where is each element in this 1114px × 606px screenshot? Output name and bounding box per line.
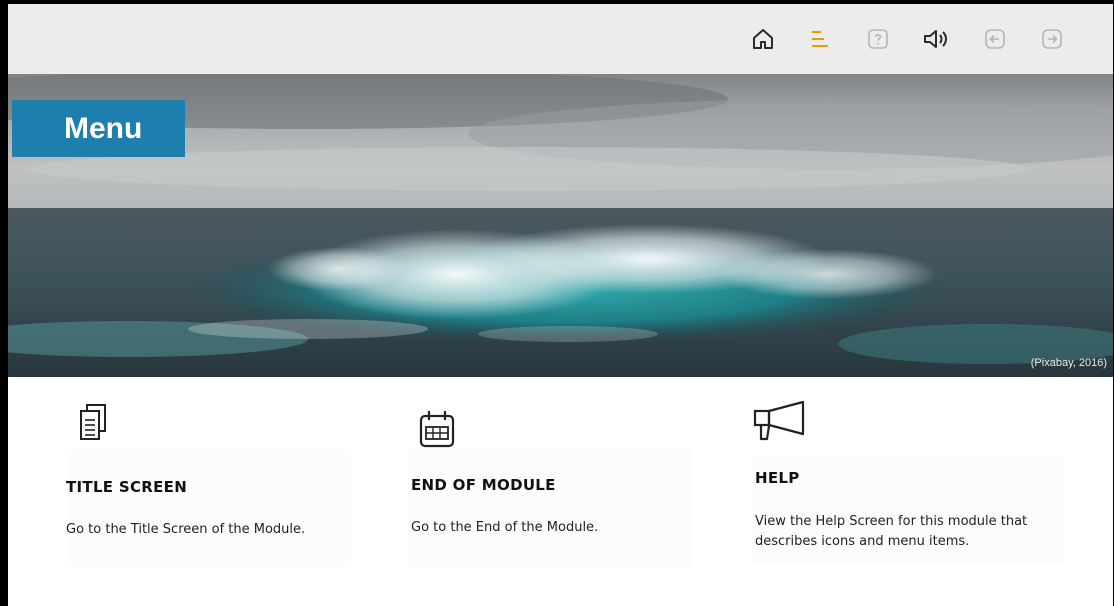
help-button[interactable]	[863, 24, 893, 54]
megaphone-icon	[753, 400, 805, 441]
title-screen-description: Go to the Title Screen of the Module.	[66, 522, 306, 537]
forward-icon	[1042, 29, 1062, 49]
help-heading[interactable]: HELP	[755, 469, 800, 487]
back-button[interactable]	[980, 24, 1010, 54]
hero-banner: Menu (Pixabay, 2016)	[8, 74, 1113, 377]
forward-button[interactable]	[1037, 24, 1067, 54]
app-frame: Menu (Pixabay, 2016) TITLE SCREEN Go to …	[0, 0, 1114, 606]
title-screen-card[interactable]	[66, 449, 351, 567]
image-credit: (Pixabay, 2016)	[1030, 357, 1107, 369]
help-description: View the Help Screen for this module tha…	[755, 514, 1028, 549]
home-icon	[753, 29, 773, 49]
audio-icon	[924, 30, 947, 48]
menu-button[interactable]	[805, 24, 835, 54]
home-button[interactable]	[748, 24, 778, 54]
menu-icon	[812, 31, 828, 47]
back-icon	[985, 29, 1005, 49]
end-of-module-heading[interactable]: END OF MODULE	[411, 476, 556, 494]
calendar-icon	[419, 411, 455, 448]
title-screen-heading[interactable]: TITLE SCREEN	[66, 478, 187, 496]
page-title: Menu	[12, 100, 185, 157]
end-of-module-card[interactable]	[408, 449, 693, 567]
help-icon	[868, 29, 888, 49]
documents-icon	[80, 404, 106, 440]
top-toolbar	[8, 4, 1113, 74]
audio-button[interactable]	[921, 24, 951, 54]
end-of-module-description: Go to the End of the Module.	[411, 520, 599, 535]
